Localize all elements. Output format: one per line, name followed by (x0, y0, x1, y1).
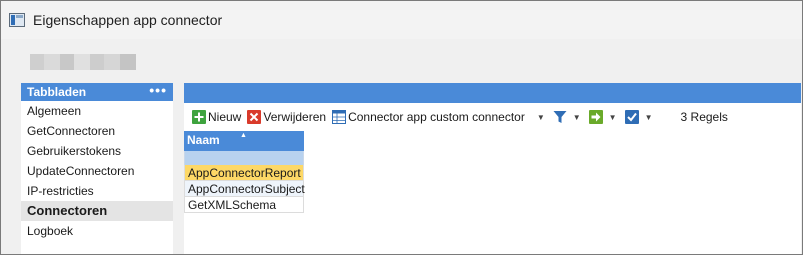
redacted-name (30, 54, 136, 70)
export-dropdown-chevron-icon[interactable]: ▼ (609, 113, 617, 122)
table-row[interactable]: AppConnectorSubject (184, 181, 305, 197)
column-header-naam[interactable]: ▲ Naam (184, 131, 304, 151)
window-title: Eigenschappen app connector (33, 12, 223, 28)
connector-app-label: Connector app custom connector (348, 110, 525, 124)
app-window-icon (9, 13, 25, 27)
main-panel: Nieuw Verwijderen Connector app custom c… (184, 83, 801, 254)
column-header-label: Naam (187, 133, 220, 147)
delete-button-label: Verwijderen (263, 110, 327, 124)
sidebar-item-connectoren[interactable]: Connectoren (21, 201, 173, 221)
table-row[interactable]: GetXMLSchema (184, 197, 304, 213)
delete-x-icon (247, 110, 262, 124)
filter-icon[interactable] (553, 110, 567, 124)
sidebar-header: Tabbladen ••• (21, 83, 173, 101)
sidebar-item-getconnectoren[interactable]: GetConnectoren (21, 121, 173, 141)
main-panel-header (184, 83, 801, 103)
table-row[interactable]: AppConnectorReport (184, 165, 304, 181)
properties-window: Eigenschappen app connector Tabbladen ••… (0, 0, 803, 255)
sidebar-item-updateconnectoren[interactable]: UpdateConnectoren (21, 161, 173, 181)
title-bar: Eigenschappen app connector (1, 1, 802, 39)
select-dropdown-chevron-icon[interactable]: ▼ (645, 113, 653, 122)
sidebar-item-gebruikerstokens[interactable]: Gebruikerstokens (21, 141, 173, 161)
tabs-sidebar: Tabbladen ••• Algemeen GetConnectoren Ge… (21, 83, 173, 254)
new-button[interactable]: Nieuw (192, 110, 241, 124)
plus-icon (192, 110, 206, 124)
delete-button[interactable]: Verwijderen (247, 110, 326, 124)
more-options-icon[interactable]: ••• (149, 83, 167, 99)
connector-dropdown-chevron-icon[interactable]: ▼ (537, 113, 545, 122)
new-button-label: Nieuw (208, 110, 242, 124)
sidebar-item-ip-restricties[interactable]: IP-restricties (21, 181, 173, 201)
sort-ascending-icon: ▲ (240, 132, 247, 139)
checkbox-icon[interactable] (624, 110, 639, 124)
sidebar-item-logboek[interactable]: Logboek (21, 221, 173, 241)
connector-app-button[interactable]: Connector app custom connector (332, 110, 525, 124)
sidebar-item-algemeen[interactable]: Algemeen (21, 101, 173, 121)
grid-filter-row[interactable] (184, 151, 304, 165)
sidebar-title: Tabbladen (27, 85, 87, 99)
toolbar: Nieuw Verwijderen Connector app custom c… (184, 104, 801, 130)
filter-dropdown-chevron-icon[interactable]: ▼ (573, 113, 581, 122)
export-arrow-icon[interactable] (588, 110, 603, 124)
connectors-grid: ▲ Naam AppConnectorReport AppConnectorSu… (184, 131, 305, 213)
row-count: 3 Regels (680, 110, 728, 124)
grid-icon (332, 110, 347, 124)
window-body: Tabbladen ••• Algemeen GetConnectoren Ge… (14, 39, 801, 254)
